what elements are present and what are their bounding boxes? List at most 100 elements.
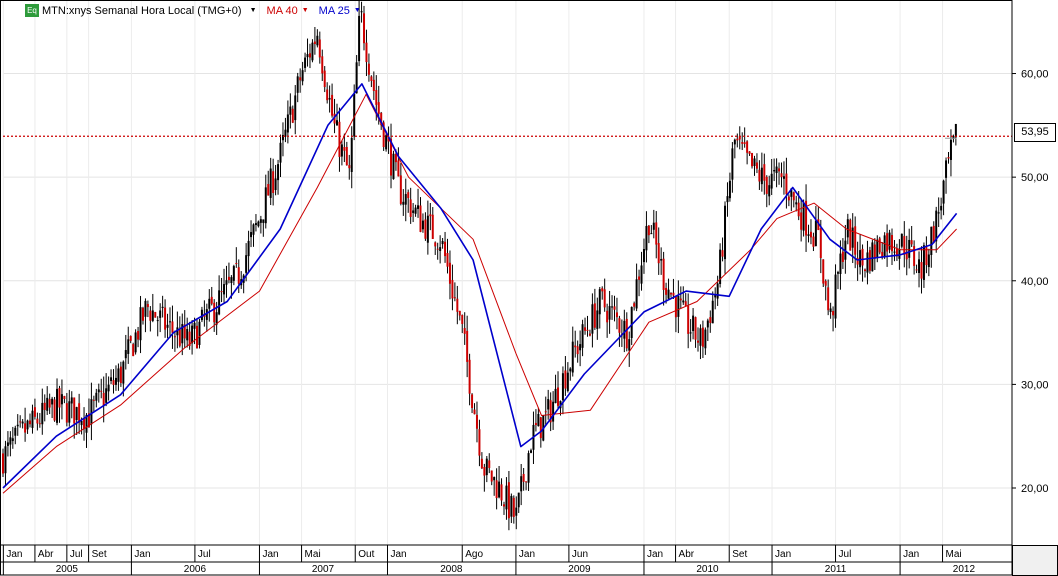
x-month-label: Jan — [519, 549, 535, 560]
ohlc-bar — [854, 216, 857, 269]
ohlc-bar — [156, 316, 159, 337]
ohlc-bar — [250, 220, 253, 248]
ohlc-bar — [679, 286, 682, 309]
ohlc-bar — [178, 316, 181, 348]
ohlc-bar — [475, 401, 478, 443]
ohlc-bar — [107, 376, 110, 401]
ohlc-bar — [576, 340, 579, 363]
ohlc-bar — [110, 369, 113, 385]
ohlc-bar — [350, 126, 353, 189]
ohlc-bar — [775, 158, 778, 188]
ohlc-bar — [856, 241, 859, 281]
chart-legend: Eq MTN:xnys Semanal Hora Local (TMG+0) ▼… — [25, 3, 371, 18]
ohlc-bar — [719, 243, 722, 288]
ohlc-bar — [650, 225, 653, 235]
x-month-label: Jan — [391, 549, 407, 560]
ohlc-bar — [58, 385, 61, 423]
ohlc-bar — [817, 207, 820, 231]
ohlc-bar — [483, 463, 486, 492]
ohlc-bar — [21, 419, 24, 429]
ohlc-bar — [370, 75, 373, 88]
x-month-label: Out — [358, 549, 374, 560]
ohlc-bar — [765, 175, 768, 208]
ohlc-bar — [235, 247, 238, 268]
ohlc-bar — [232, 264, 235, 286]
ma-25-label[interactable]: MA 25 — [319, 5, 350, 17]
ohlc-bar — [38, 413, 41, 428]
y-tick-label: 60,00 — [1021, 69, 1049, 81]
ohlc-bar — [829, 302, 832, 319]
ohlc-bar — [495, 468, 498, 510]
ohlc-bar — [296, 72, 299, 103]
ohlc-bar — [436, 242, 439, 260]
ohlc-bar — [534, 409, 537, 432]
ohlc-bar — [429, 203, 432, 231]
ohlc-bar — [945, 157, 948, 194]
ohlc-bar — [657, 227, 660, 275]
ma-40-label[interactable]: MA 40 — [267, 5, 298, 17]
symbol-dropdown-icon[interactable]: ▼ — [250, 7, 257, 14]
ohlc-bar — [782, 161, 785, 195]
x-month-label: Abr — [679, 549, 695, 560]
ohlc-bar — [321, 49, 324, 81]
ohlc-bar — [792, 191, 795, 208]
ohlc-bar — [800, 199, 803, 242]
ohlc-bar — [95, 388, 98, 408]
ohlc-bar — [787, 194, 790, 207]
ohlc-bar — [154, 311, 157, 318]
x-year-label: 2006 — [184, 564, 207, 575]
ohlc-bar — [31, 404, 34, 434]
ohlc-bar — [419, 197, 422, 233]
ohlc-bar — [46, 386, 49, 415]
ohlc-bar — [306, 38, 309, 67]
ohlc-bar — [463, 312, 466, 345]
x-month-label: Jan — [134, 549, 150, 560]
ohlc-bar — [451, 264, 454, 311]
ohlc-bar — [778, 162, 781, 185]
ohlc-bar — [738, 126, 741, 150]
ohlc-bar — [669, 292, 672, 298]
ohlc-bar — [814, 205, 817, 247]
ohlc-bar — [561, 366, 564, 415]
x-year-label: 2010 — [696, 564, 719, 575]
x-month-label: Set — [732, 549, 747, 560]
ohlc-bar — [200, 306, 203, 323]
ohlc-bar — [90, 382, 93, 441]
ohlc-bar — [954, 123, 957, 146]
ohlc-bar — [119, 361, 122, 387]
symbol-label[interactable]: MTN:xnys Semanal Hora Local (TMG+0) — [42, 5, 242, 17]
ohlc-bar — [36, 412, 39, 431]
y-tick-label: 20,00 — [1021, 483, 1049, 495]
ohlc-bar — [480, 452, 483, 470]
ohlc-bar — [196, 319, 199, 349]
ohlc-bar — [92, 395, 95, 412]
eq-badge[interactable]: Eq — [25, 4, 39, 17]
ohlc-bar — [73, 397, 76, 439]
ohlc-bar — [947, 152, 950, 164]
ma-40-dropdown-icon[interactable]: ▼ — [302, 7, 309, 14]
ohlc-bar — [461, 314, 464, 334]
x-month-label: Jan — [775, 549, 791, 560]
ohlc-bar — [743, 127, 746, 148]
ohlc-bar — [183, 310, 186, 348]
ohlc-bar — [905, 235, 908, 276]
ohlc-bar — [355, 55, 358, 94]
ohlc-bar — [554, 374, 557, 404]
ohlc-bar — [291, 105, 294, 124]
ohlc-bar — [456, 285, 459, 325]
ohlc-bar — [824, 279, 827, 301]
ohlc-bar — [861, 244, 864, 282]
ohlc-bar — [633, 301, 636, 311]
ohlc-bar — [834, 264, 837, 328]
ohlc-bar — [677, 280, 680, 334]
ohlc-bar — [836, 270, 839, 290]
ohlc-bar — [692, 308, 695, 340]
ma-25-dropdown-icon[interactable]: ▼ — [354, 7, 361, 14]
ohlc-bar — [687, 293, 690, 349]
ohlc-bar — [512, 495, 515, 524]
ohlc-bar — [569, 367, 572, 381]
ohlc-bar — [557, 371, 560, 410]
ohlc-bar — [611, 295, 614, 320]
ohlc-bar — [56, 378, 59, 426]
ohlc-bar — [910, 226, 913, 247]
